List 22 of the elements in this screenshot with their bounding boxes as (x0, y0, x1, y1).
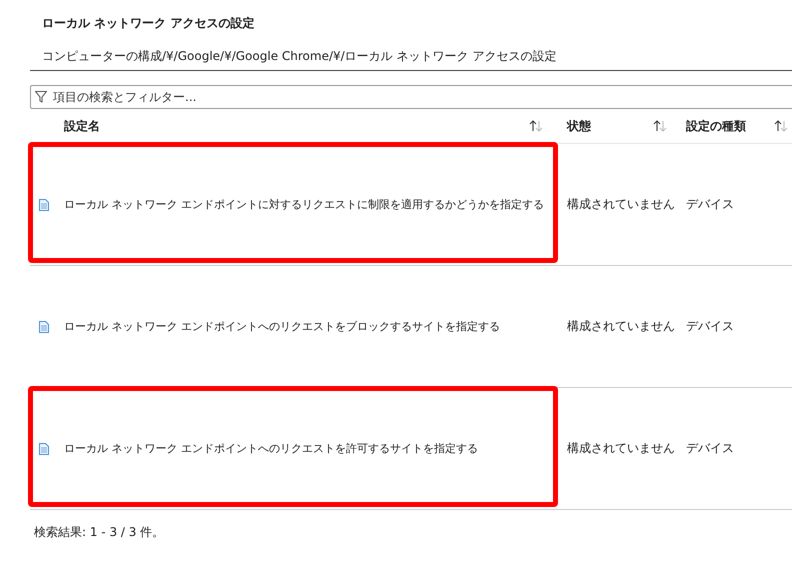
document-icon (39, 320, 49, 332)
setting-name[interactable]: ローカル ネットワーク エンドポイントへのリクエストを許可するサイトを指定する (64, 441, 478, 456)
document-icon (39, 442, 49, 454)
column-header[interactable]: 設定名 (64, 118, 100, 134)
sort-icon[interactable] (529, 120, 543, 132)
setting-state: 構成されていません (566, 196, 675, 213)
setting-state: 構成されていません (566, 318, 675, 335)
document-icon (39, 198, 49, 210)
column-header[interactable]: 設定の種類 (686, 118, 746, 134)
setting-state: 構成されていません (566, 440, 675, 457)
page-title: ローカル ネットワーク アクセスの設定 (42, 15, 256, 32)
setting-name[interactable]: ローカル ネットワーク エンドポイントへのリクエストをブロックするサイトを指定する (64, 319, 500, 334)
sort-icon[interactable] (653, 120, 667, 132)
setting-name[interactable]: ローカル ネットワーク エンドポイントに対するリクエストに制限を適用するかどうかを指定する (64, 197, 544, 212)
setting-type: デバイス (685, 318, 735, 335)
sort-icon[interactable] (774, 120, 788, 132)
breadcrumb-path: コンピューターの構成/¥/Google/¥/Google Chrome/¥/ローカル ネットワーク アクセスの設定 (42, 48, 558, 65)
setting-type: デバイス (685, 440, 735, 457)
setting-type: デバイス (685, 196, 735, 213)
search-field[interactable]: 項目の検索とフィルター... (30, 85, 792, 109)
result-count: 検索結果: 1 - 3 / 3 件。 (34, 524, 166, 541)
column-header[interactable]: 状態 (567, 118, 591, 134)
